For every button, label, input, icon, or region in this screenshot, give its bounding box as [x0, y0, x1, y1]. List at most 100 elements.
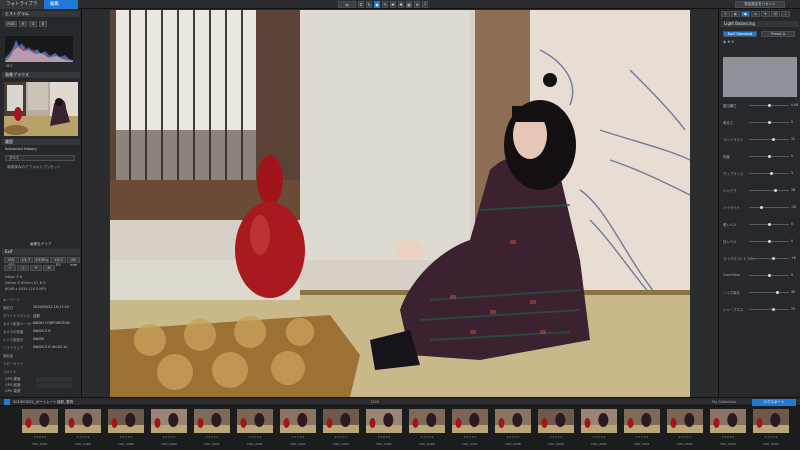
help-icon[interactable]: ?	[422, 1, 428, 8]
thumbnail-image[interactable]	[624, 409, 660, 433]
tab-photo-library[interactable]: フォトライブラリ	[0, 0, 44, 16]
rating-stars[interactable]: ★★★★★	[452, 435, 488, 439]
filmstrip-thumbnail[interactable]: ★★★★★ DSC_0492	[237, 409, 273, 446]
filmstrip-thumbnail[interactable]: ★★★★★ DSC_0501	[624, 409, 660, 446]
rating-stars[interactable]: ★★★★★	[151, 435, 187, 439]
filmstrip-thumbnail[interactable]: ★★★★★ DSC_0497	[452, 409, 488, 446]
filmstrip-thumbnail[interactable]: ★★★★★ DSC_0504	[753, 409, 789, 446]
preset-a-button[interactable]: Preset A	[761, 31, 795, 37]
thumbnail-image[interactable]	[22, 409, 58, 433]
slider-handle[interactable]	[767, 155, 771, 158]
detail-tab-icon[interactable]: ◆	[741, 11, 750, 17]
slider-track[interactable]	[749, 138, 789, 141]
slider-track[interactable]	[749, 274, 789, 277]
filmstrip-thumbnail[interactable]: ★★★★★ DSC_0488	[65, 409, 101, 446]
slider-value[interactable]: 0	[791, 222, 793, 226]
slider-handle[interactable]	[773, 189, 777, 192]
slider-value[interactable]: 0	[791, 120, 793, 124]
crop-icon[interactable]: ⌗	[358, 1, 364, 8]
collection-label[interactable]: My Collection	[712, 400, 736, 404]
slider-handle[interactable]	[767, 121, 771, 124]
gps-longitude-field[interactable]	[36, 383, 72, 388]
slider-handle[interactable]	[767, 223, 771, 226]
thumbnail-image[interactable]	[753, 409, 789, 433]
rating-stars[interactable]: ★★★★★	[495, 435, 531, 439]
rating-stars[interactable]: ★★★★★	[108, 435, 144, 439]
compare-icon[interactable]: ⇆	[338, 1, 356, 8]
color-tab-icon[interactable]: ◐	[731, 11, 740, 17]
rating-stars[interactable]: ★★★★★	[667, 435, 703, 439]
metadata-value[interactable]: 2019/03/22 15:17:40	[33, 305, 69, 309]
filmstrip-thumbnail[interactable]: ★★★★★ DSC_0489	[108, 409, 144, 446]
slider-track[interactable]	[749, 206, 789, 209]
slider-track[interactable]	[749, 223, 789, 226]
filmstrip-thumbnail[interactable]: ★★★★★ DSC_0495	[366, 409, 402, 446]
thumbnail-image[interactable]	[538, 409, 574, 433]
gps-latitude-field[interactable]	[36, 377, 72, 382]
geometry-tab-icon[interactable]: ▭	[751, 11, 760, 17]
folder-icon[interactable]	[4, 399, 10, 405]
grid-icon[interactable]: ▦	[406, 1, 412, 8]
thumbnail-image[interactable]	[409, 409, 445, 433]
metadata-value[interactable]: NIKON CORPORATION	[33, 321, 70, 325]
preset-standard-button[interactable]: DxO Standard	[723, 31, 757, 37]
search-icon[interactable]: ⌕	[781, 11, 790, 17]
thumbnail-image[interactable]	[495, 409, 531, 433]
clear-image-label[interactable]: 画像をクリア	[30, 242, 52, 247]
slider-value[interactable]: 40	[791, 290, 795, 294]
slider-handle[interactable]	[771, 308, 775, 311]
navigator-thumbnail[interactable]	[4, 82, 78, 136]
slider-handle[interactable]	[767, 274, 771, 277]
slider-track[interactable]	[749, 189, 789, 192]
filmstrip-thumbnail[interactable]: ★★★★★ DSC_0491	[194, 409, 230, 446]
filmstrip-thumbnail[interactable]: ★★★★★ DSC_0500	[581, 409, 617, 446]
thumbnail-image[interactable]	[65, 409, 101, 433]
slider-value[interactable]: 0	[791, 154, 793, 158]
filmstrip-thumbnail[interactable]: ★★★★★ DSC_0503	[710, 409, 746, 446]
rating-stars[interactable]: ★★★★★	[409, 435, 445, 439]
rating-stars[interactable]: ★★★★★	[65, 435, 101, 439]
slider-value[interactable]: -20	[791, 205, 796, 209]
slider-value[interactable]: +8	[791, 256, 796, 260]
filmstrip-thumbnail[interactable]: ★★★★★ DSC_0499	[538, 409, 574, 446]
rgb-toggle-button[interactable]: RGB	[5, 21, 17, 27]
rating-stars[interactable]: ★★★★★	[538, 435, 574, 439]
thumbnail-image[interactable]	[151, 409, 187, 433]
rating-stars[interactable]: ★★★★★	[280, 435, 316, 439]
history-all-button[interactable]: すべて	[5, 155, 75, 161]
metadata-value[interactable]: 自動	[33, 313, 40, 318]
histogram-header[interactable]: ヒストグラム	[2, 11, 80, 17]
slider-handle[interactable]	[767, 240, 771, 243]
history-header[interactable]: 履歴	[2, 139, 80, 145]
history-item-advanced[interactable]: Advanced History	[5, 147, 37, 151]
thumbnail-image[interactable]	[108, 409, 144, 433]
slider-handle[interactable]	[767, 104, 771, 107]
filmstrip-thumbnail[interactable]: ★★★★★ DSC_0493	[280, 409, 316, 446]
rating-stars[interactable]: ★★★★★	[710, 435, 746, 439]
reset-export-settings-button[interactable]: 書出設定をリセット	[735, 1, 785, 8]
repair-icon[interactable]: ✱	[398, 1, 404, 8]
slider-value[interactable]: 0	[791, 239, 793, 243]
filmstrip-thumbnail[interactable]: ★★★★★ DSC_0502	[667, 409, 703, 446]
channel-g-button[interactable]: G	[29, 21, 37, 27]
slider-value[interactable]: 0	[791, 273, 793, 277]
filmstrip-thumbnail[interactable]: ★★★★★ DSC_0498	[495, 409, 531, 446]
filmstrip-thumbnail[interactable]: ★★★★★ DSC_0496	[409, 409, 445, 446]
adjust-tab-icon[interactable]: ☼	[721, 11, 730, 17]
thumbnail-image[interactable]	[280, 409, 316, 433]
metadata-value[interactable]: NIKON Z 6 Ver.02.10	[33, 345, 68, 349]
thumbnail-image[interactable]	[710, 409, 746, 433]
channel-b-button[interactable]: B	[39, 21, 47, 27]
rating-stars[interactable]: ★★★★★	[753, 435, 789, 439]
rotate-icon[interactable]: ↻	[366, 1, 372, 8]
slider-handle[interactable]	[769, 172, 773, 175]
slider-track[interactable]	[749, 104, 789, 107]
slider-track[interactable]	[749, 240, 789, 243]
brush-icon[interactable]: ✎	[382, 1, 388, 8]
tab-edit[interactable]: 編集	[44, 0, 78, 9]
filmstrip-thumbnail[interactable]: ★★★★★ DSC_0487	[22, 409, 58, 446]
slider-track[interactable]	[749, 291, 789, 294]
rating-stars[interactable]: ★★★★★	[323, 435, 359, 439]
slider-track[interactable]	[749, 257, 789, 260]
thumbnail-image[interactable]	[237, 409, 273, 433]
